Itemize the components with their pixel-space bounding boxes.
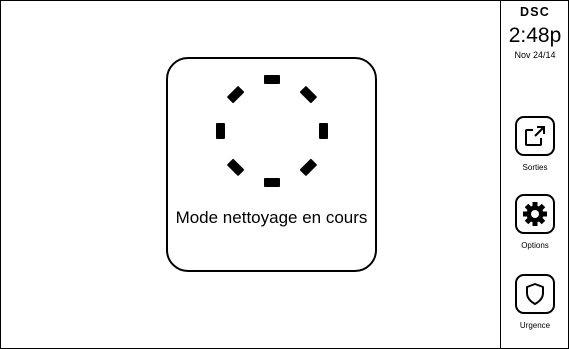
options-button-box[interactable] bbox=[515, 194, 555, 234]
exit-icon bbox=[525, 126, 545, 146]
gear-icon bbox=[523, 202, 547, 226]
outputs-button-box[interactable] bbox=[515, 116, 555, 156]
spinner-segment bbox=[227, 86, 245, 104]
spinner-segment bbox=[299, 86, 317, 104]
shield-icon bbox=[526, 283, 544, 305]
main-area: Mode nettoyage en cours bbox=[0, 0, 500, 349]
status-message: Mode nettoyage en cours bbox=[175, 208, 368, 227]
options-button[interactable]: Options bbox=[511, 194, 559, 251]
emergency-button-box[interactable] bbox=[515, 274, 555, 314]
cleaning-mode-card: Mode nettoyage en cours bbox=[166, 57, 377, 272]
sidebar: DSC 2:48p Nov 24/14 Sorties Options Urge… bbox=[501, 0, 569, 349]
svg-text:DSC: DSC bbox=[520, 5, 550, 18]
spinner-segment bbox=[216, 123, 225, 139]
spinner-segment bbox=[264, 75, 280, 84]
spinner-segment bbox=[299, 158, 317, 176]
clock-time: 2:48p bbox=[508, 24, 562, 47]
options-label: Options bbox=[521, 241, 549, 250]
spinner-segment bbox=[227, 158, 245, 176]
emergency-button[interactable]: Urgence bbox=[511, 274, 559, 331]
spinner-segment bbox=[319, 123, 328, 139]
emergency-label: Urgence bbox=[519, 321, 551, 330]
spinner-segment bbox=[264, 178, 280, 187]
clock-date: Nov 24/14 bbox=[514, 50, 556, 60]
outputs-label: Sorties bbox=[522, 163, 548, 172]
spinner-icon bbox=[216, 75, 328, 187]
outputs-button[interactable]: Sorties bbox=[511, 116, 559, 173]
brand-logo: DSC bbox=[501, 5, 569, 23]
dsc-logo: DSC bbox=[520, 5, 550, 18]
